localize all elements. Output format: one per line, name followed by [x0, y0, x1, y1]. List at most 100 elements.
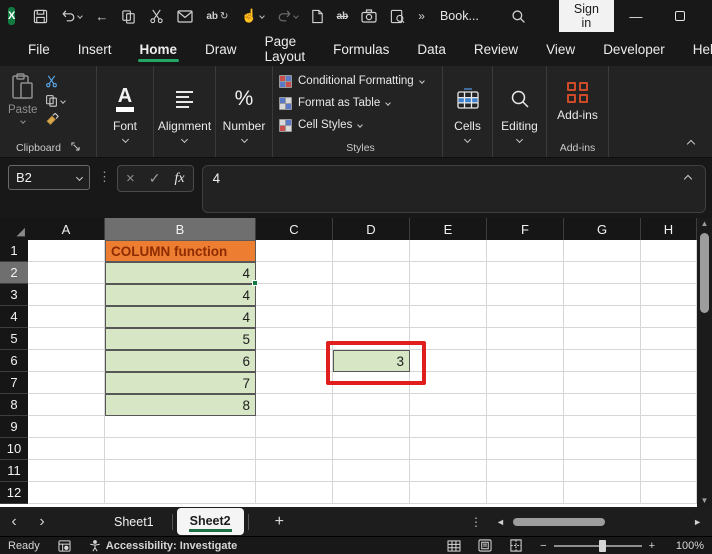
zoom-level[interactable]: 100% [672, 540, 704, 552]
scroll-left-icon[interactable]: ◄ [496, 517, 505, 527]
zoom-slider-thumb[interactable] [599, 540, 606, 552]
column-header-d[interactable]: D [333, 218, 410, 240]
cell-b6[interactable]: 6 [105, 350, 256, 372]
tab-home[interactable]: Home [138, 36, 180, 63]
cell-e11[interactable] [410, 460, 487, 482]
cell-d10[interactable] [333, 438, 410, 460]
cell-a9[interactable] [28, 416, 105, 438]
tab-sheet1[interactable]: Sheet1 [96, 507, 172, 536]
find-replace-icon[interactable]: ab↻ [204, 9, 230, 24]
sign-in-button[interactable]: Sign in [559, 0, 614, 35]
name-box[interactable]: B2 [8, 165, 90, 190]
cell-c6[interactable] [256, 350, 333, 372]
cell-e1[interactable] [410, 240, 487, 262]
cell-c2[interactable] [256, 262, 333, 284]
cell-e2[interactable] [410, 262, 487, 284]
cell-b8[interactable]: 8 [105, 394, 256, 416]
format-painter-button[interactable] [45, 113, 65, 126]
cell-h12[interactable] [641, 482, 697, 504]
cell-a10[interactable] [28, 438, 105, 460]
paste-button[interactable]: Paste [8, 73, 37, 138]
cell-d2[interactable] [333, 262, 410, 284]
formula-input[interactable]: 4 [202, 165, 706, 213]
close-button[interactable]: × [702, 0, 712, 32]
row-header-3[interactable]: 3 [0, 284, 28, 306]
cell-a5[interactable] [28, 328, 105, 350]
collapse-ribbon-icon[interactable] [687, 140, 695, 148]
cell-g2[interactable] [564, 262, 641, 284]
cancel-entry-icon[interactable]: × [126, 170, 135, 187]
row-header-8[interactable]: 8 [0, 394, 28, 416]
cell-g9[interactable] [564, 416, 641, 438]
tab-help[interactable]: Help [691, 36, 712, 63]
cell-h11[interactable] [641, 460, 697, 482]
tab-insert[interactable]: Insert [76, 36, 114, 63]
minimize-button[interactable]: — [614, 0, 658, 32]
confirm-entry-icon[interactable]: ✓ [149, 170, 161, 187]
cell-h6[interactable] [641, 350, 697, 372]
cell-d8[interactable] [333, 394, 410, 416]
cell-a4[interactable] [28, 306, 105, 328]
back-arrow-icon[interactable]: ← [93, 7, 110, 26]
cell-g1[interactable] [564, 240, 641, 262]
column-header-b[interactable]: B [105, 218, 256, 240]
accessibility-status[interactable]: Accessibility: Investigate [106, 540, 237, 552]
row-header-9[interactable]: 9 [0, 416, 28, 438]
cell-f6[interactable] [487, 350, 564, 372]
copy-icon[interactable] [119, 7, 138, 26]
search-icon[interactable] [509, 7, 528, 26]
save-icon[interactable] [31, 7, 50, 26]
number-group-button[interactable]: % Number [216, 66, 273, 157]
tab-developer[interactable]: Developer [601, 36, 667, 63]
cell-h2[interactable] [641, 262, 697, 284]
cell-f9[interactable] [487, 416, 564, 438]
strikethrough-icon[interactable]: ab [335, 9, 351, 24]
cut-button[interactable] [45, 75, 65, 88]
cell-h3[interactable] [641, 284, 697, 306]
cell-styles-button[interactable]: Cell Styles [279, 114, 442, 136]
qat-overflow-icon[interactable]: » [416, 7, 427, 25]
mail-icon[interactable] [175, 8, 195, 25]
cells-group-button[interactable]: Cells [443, 66, 493, 157]
camera-icon[interactable] [359, 7, 379, 25]
scroll-up-icon[interactable]: ▲ [701, 218, 709, 230]
cell-h5[interactable] [641, 328, 697, 350]
document-inspect-icon[interactable] [388, 7, 407, 26]
cell-b12[interactable] [105, 482, 256, 504]
column-header-h[interactable]: H [641, 218, 697, 240]
alignment-group-button[interactable]: Alignment [154, 66, 216, 157]
horizontal-scrollbar[interactable]: ◄ ► [496, 517, 712, 527]
cell-a8[interactable] [28, 394, 105, 416]
cell-e6[interactable] [410, 350, 487, 372]
cell-c3[interactable] [256, 284, 333, 306]
cell-e12[interactable] [410, 482, 487, 504]
cell-f8[interactable] [487, 394, 564, 416]
tab-data[interactable]: Data [415, 36, 448, 63]
column-header-e[interactable]: E [410, 218, 487, 240]
expand-formula-bar-icon[interactable] [684, 175, 692, 183]
cell-f5[interactable] [487, 328, 564, 350]
vertical-scrollbar-thumb[interactable] [700, 233, 709, 313]
cell-a3[interactable] [28, 284, 105, 306]
cell-f11[interactable] [487, 460, 564, 482]
editing-group-button[interactable]: Editing [493, 66, 547, 157]
cell-d4[interactable] [333, 306, 410, 328]
cell-b3[interactable]: 4 [105, 284, 256, 306]
select-all-corner[interactable]: ◢ [0, 218, 28, 240]
cell-g4[interactable] [564, 306, 641, 328]
column-header-c[interactable]: C [256, 218, 333, 240]
format-as-table-button[interactable]: Format as Table [279, 92, 442, 114]
font-group-button[interactable]: A Font [97, 66, 154, 157]
row-header-7[interactable]: 7 [0, 372, 28, 394]
cell-b4[interactable]: 4 [105, 306, 256, 328]
cell-e7[interactable] [410, 372, 487, 394]
cell-f12[interactable] [487, 482, 564, 504]
cell-d7[interactable] [333, 372, 410, 394]
cell-c4[interactable] [256, 306, 333, 328]
cell-c5[interactable] [256, 328, 333, 350]
cell-g5[interactable] [564, 328, 641, 350]
cell-e5[interactable] [410, 328, 487, 350]
cell-g3[interactable] [564, 284, 641, 306]
cell-f3[interactable] [487, 284, 564, 306]
cell-e9[interactable] [410, 416, 487, 438]
